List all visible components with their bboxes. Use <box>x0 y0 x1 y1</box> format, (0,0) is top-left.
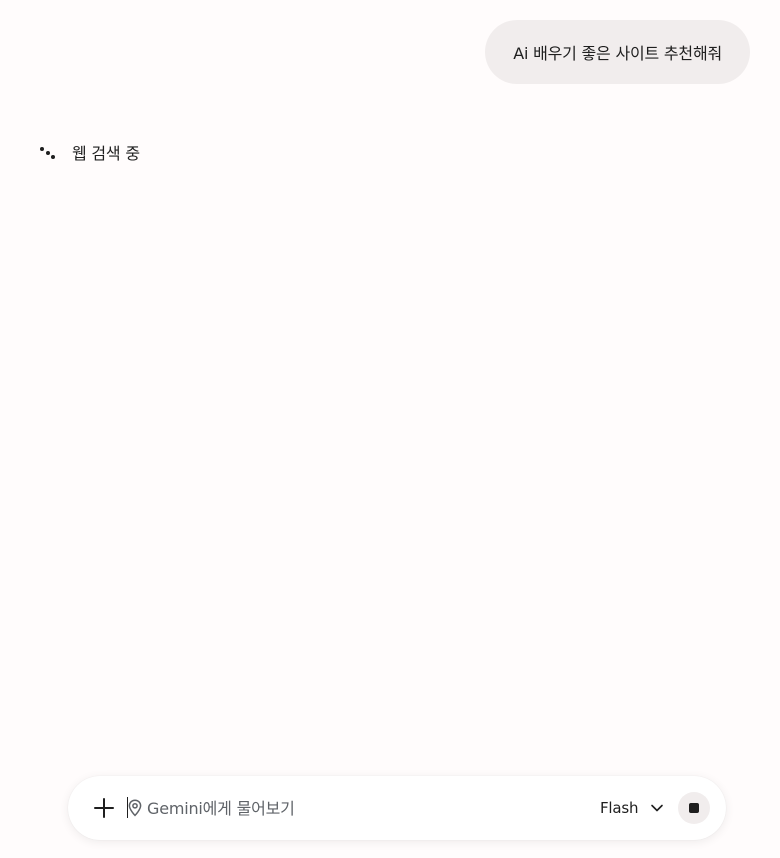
assistant-status: 웹 검색 중 <box>38 140 140 164</box>
location-pin-icon[interactable] <box>127 799 143 817</box>
model-label: Flash <box>600 799 639 817</box>
prompt-composer: Flash <box>68 776 726 840</box>
user-message-text: Ai 배우기 좋은 사이트 추천해줘 <box>513 44 722 63</box>
status-text: 웹 검색 중 <box>72 144 140 163</box>
chevron-down-icon <box>651 804 664 812</box>
add-button[interactable] <box>92 796 116 820</box>
prompt-input[interactable] <box>147 794 567 822</box>
user-message-bubble: Ai 배우기 좋은 사이트 추천해줘 <box>485 20 750 84</box>
thinking-dots-icon <box>38 142 58 162</box>
stop-icon <box>689 803 699 813</box>
model-selector[interactable]: Flash <box>600 796 664 820</box>
stop-button[interactable] <box>678 792 710 824</box>
plus-icon <box>94 798 114 818</box>
